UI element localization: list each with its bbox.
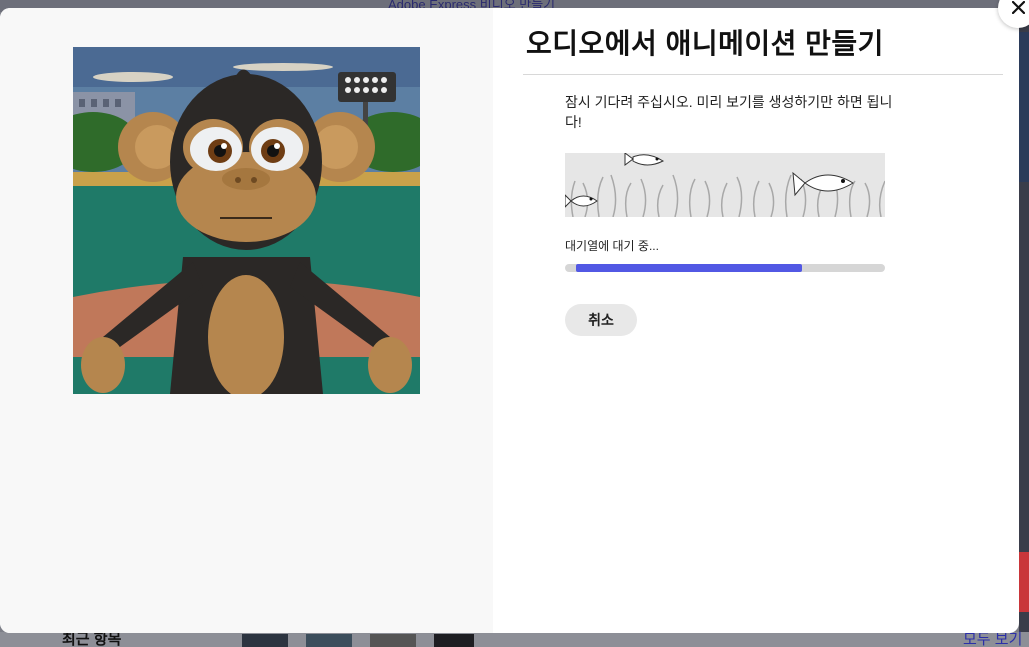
background-thumbnail xyxy=(242,634,288,647)
background-thumbnail xyxy=(1019,32,1029,182)
background-thumbnail xyxy=(1019,552,1029,612)
background-recent-bar: 최근 항목 모두 보기 xyxy=(0,631,1029,647)
dialog-title: 오디오에서 애니메이션 만들기 xyxy=(526,28,884,59)
fish-seaweed-illustration xyxy=(565,153,885,217)
preview-panel xyxy=(0,8,493,633)
close-icon xyxy=(1012,1,1025,14)
loading-animation-strip xyxy=(565,153,885,217)
create-animation-dialog: 오디오에서 애니메이션 만들기 잠시 기다려 주십시오. 미리 보기를 생성하기… xyxy=(0,8,1019,633)
monkey-character-illustration xyxy=(73,47,420,394)
background-thumbnail xyxy=(306,634,352,647)
background-thumbnail xyxy=(370,634,416,647)
cancel-button[interactable]: 취소 xyxy=(565,304,637,336)
queue-status-label: 대기열에 대기 중... xyxy=(565,239,659,253)
progress-bar xyxy=(565,264,885,272)
wait-message: 잠시 기다려 주십시오. 미리 보기를 생성하기만 하면 됩니다! xyxy=(565,94,893,130)
background-thumbnail xyxy=(434,634,474,647)
background-right-edge xyxy=(1019,12,1029,632)
character-preview-image xyxy=(73,47,420,394)
title-divider xyxy=(523,74,1003,75)
progress-bar-fill xyxy=(576,264,802,272)
generation-panel: 오디오에서 애니메이션 만들기 잠시 기다려 주십시오. 미리 보기를 생성하기… xyxy=(493,8,1019,633)
